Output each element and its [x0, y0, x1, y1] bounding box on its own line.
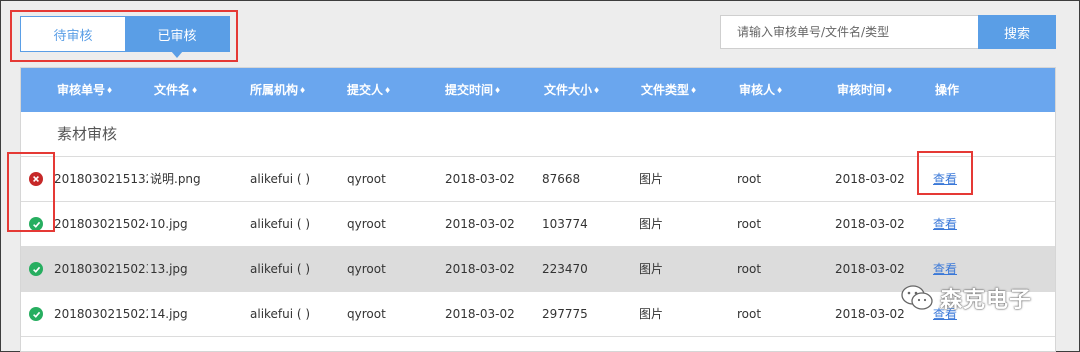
- review-tabs: 待审核 已审核: [20, 16, 230, 58]
- sort-icon[interactable]: ♦: [106, 86, 113, 95]
- cell-file-name: 说明.png: [150, 172, 201, 186]
- cell-file-name: 10.jpg: [150, 217, 188, 231]
- cell-submitter: qyroot: [347, 217, 386, 231]
- column-header-submit-time[interactable]: 提交时间♦: [445, 68, 501, 112]
- watermark: 森克电子: [900, 282, 1032, 314]
- table-header: 审核单号♦ 文件名♦ 所属机构♦ 提交人♦ 提交时间♦ 文件大小♦ 文件类型♦ 审核人♦ 审核时…: [21, 68, 1055, 112]
- column-label: 文件名: [154, 83, 191, 97]
- column-label: 提交时间: [445, 83, 494, 97]
- column-label: 审核单号: [57, 83, 106, 97]
- table-row[interactable]: 2018030215132...说明.png alikefui ( ) qyroot…: [21, 157, 1055, 202]
- cell-audit-id: 2018030215024...: [54, 217, 148, 231]
- column-label: 提交人: [347, 83, 384, 97]
- cell-file-type: 图片: [639, 217, 664, 231]
- cell-action: 查看: [933, 202, 957, 246]
- column-header-file-type[interactable]: 文件类型♦: [641, 68, 697, 112]
- sort-icon[interactable]: ♦: [384, 86, 391, 95]
- column-label: 文件类型: [641, 83, 690, 97]
- view-link[interactable]: 查看: [933, 217, 957, 231]
- search-bar: 搜索: [720, 15, 1056, 49]
- approved-check-icon: [29, 262, 43, 276]
- column-header-action: 操作: [935, 68, 959, 112]
- cell-organization: alikefui ( ): [250, 262, 311, 276]
- column-label: 文件大小: [544, 83, 593, 97]
- approved-check-icon: [29, 307, 43, 321]
- cell-submitter: qyroot: [347, 262, 386, 276]
- table-row[interactable]: 2018030215024...10.jpg alikefui ( ) qyroot…: [21, 202, 1055, 247]
- search-input[interactable]: [720, 15, 978, 49]
- column-header-review-time[interactable]: 审核时间♦: [837, 68, 893, 112]
- cell-submitter: qyroot: [347, 307, 386, 321]
- column-header-submitter[interactable]: 提交人♦: [347, 68, 391, 112]
- cell-submit-time: 2018-03-02: [445, 172, 515, 186]
- column-header-reviewer[interactable]: 审核人♦: [739, 68, 783, 112]
- cell-submit-time: 2018-03-02: [445, 307, 515, 321]
- sort-icon[interactable]: ♦: [690, 86, 697, 95]
- sort-icon[interactable]: ♦: [299, 86, 306, 95]
- highlight-box-status: [7, 152, 55, 232]
- cell-review-time: 2018-03-02: [835, 172, 905, 186]
- search-button[interactable]: 搜索: [978, 15, 1056, 49]
- cell-review-time: 2018-03-02: [835, 217, 905, 231]
- highlight-box-view-link: [917, 151, 973, 195]
- cell-file-size: 297775: [542, 307, 588, 321]
- sort-icon[interactable]: ♦: [886, 86, 893, 95]
- cell-review-time: 2018-03-02: [835, 262, 905, 276]
- column-header-audit-id[interactable]: 审核单号♦: [57, 68, 113, 112]
- wechat-icon: [901, 285, 933, 310]
- group-title: 素材审核: [21, 112, 1055, 157]
- cell-submitter: qyroot: [347, 172, 386, 186]
- watermark-text: 森克电子: [940, 288, 1033, 313]
- view-link[interactable]: 查看: [933, 262, 957, 276]
- column-header-organization[interactable]: 所属机构♦: [250, 68, 306, 112]
- column-label: 所属机构: [250, 83, 299, 97]
- cell-organization: alikefui ( ): [250, 307, 311, 321]
- sort-icon[interactable]: ♦: [494, 86, 501, 95]
- cell-submit-time: 2018-03-02: [445, 262, 515, 276]
- cell-file-size: 223470: [542, 262, 588, 276]
- column-header-file-size[interactable]: 文件大小♦: [544, 68, 600, 112]
- column-header-file-name[interactable]: 文件名♦: [154, 68, 198, 112]
- column-label: 审核人: [739, 83, 776, 97]
- sort-icon[interactable]: ♦: [776, 86, 783, 95]
- cell-file-size: 87668: [542, 172, 581, 186]
- cell-audit-id: 2018030215023...: [54, 262, 148, 276]
- cell-file-type: 图片: [639, 172, 664, 186]
- cell-audit-id: 2018030215132...: [54, 172, 148, 186]
- cell-file-name: 14.jpg: [150, 307, 188, 321]
- cell-reviewer: root: [737, 217, 762, 231]
- cell-organization: alikefui ( ): [250, 217, 311, 231]
- tab-reviewed[interactable]: 已审核: [125, 17, 229, 58]
- cell-reviewer: root: [737, 172, 762, 186]
- cell-reviewer: root: [737, 262, 762, 276]
- cell-file-name: 13.jpg: [150, 262, 188, 276]
- cell-reviewer: root: [737, 307, 762, 321]
- sort-icon[interactable]: ♦: [191, 86, 198, 95]
- cell-review-time: 2018-03-02: [835, 307, 905, 321]
- column-label: 操作: [935, 83, 960, 97]
- cell-file-type: 图片: [639, 307, 664, 321]
- cell-audit-id: 2018030215022...: [54, 307, 148, 321]
- cell-file-type: 图片: [639, 262, 664, 276]
- cell-organization: alikefui ( ): [250, 172, 311, 186]
- cell-submit-time: 2018-03-02: [445, 217, 515, 231]
- cell-file-size: 103774: [542, 217, 588, 231]
- column-label: 审核时间: [837, 83, 886, 97]
- sort-icon[interactable]: ♦: [593, 86, 600, 95]
- tab-pending[interactable]: 待审核: [21, 17, 125, 51]
